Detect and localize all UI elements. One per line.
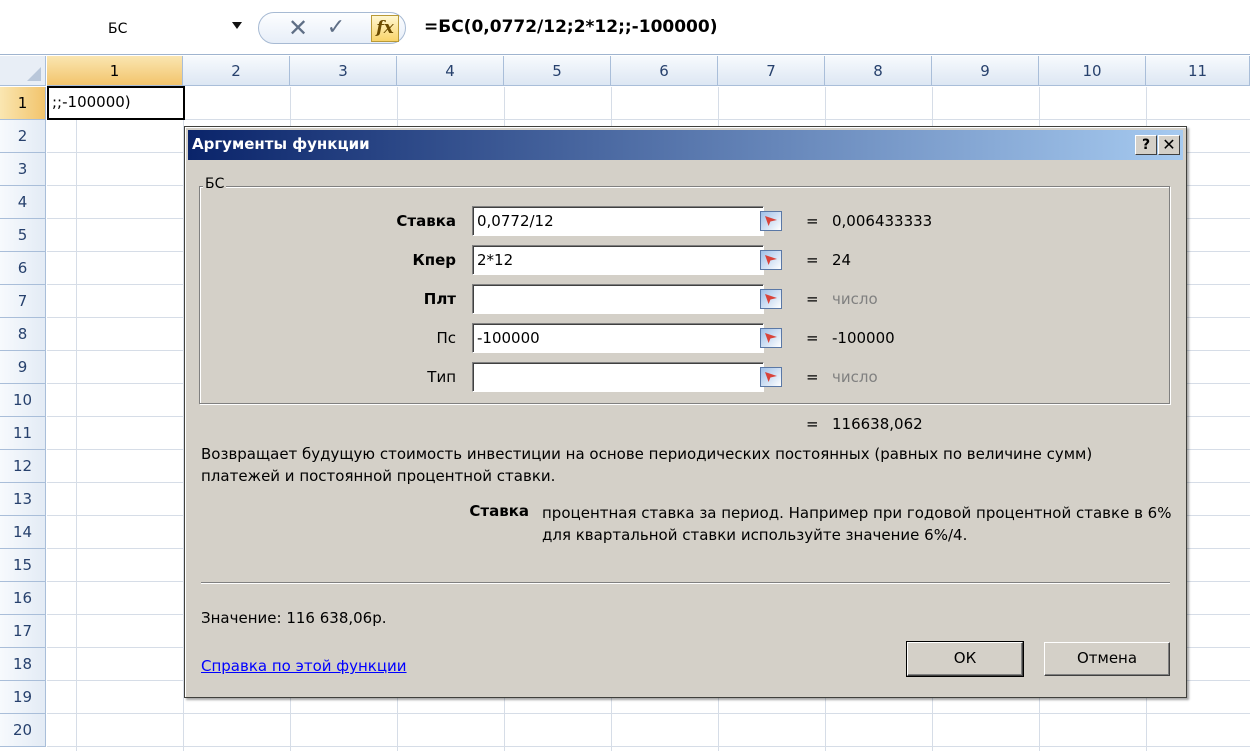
dialog-title: Аргументы функции: [192, 135, 370, 153]
row-header-4[interactable]: 4: [0, 186, 46, 219]
column-header-6[interactable]: 6: [611, 56, 718, 86]
column-header-9[interactable]: 9: [932, 56, 1039, 86]
column-header-7[interactable]: 7: [718, 56, 825, 86]
column-header-2[interactable]: 2: [183, 56, 290, 86]
name-box-dropdown-icon[interactable]: [232, 22, 242, 29]
function-arguments-dialog: Аргументы функции ? ✕ БС Ставка 0,0772/12…: [184, 126, 1187, 698]
insert-function-icon[interactable]: fx: [371, 15, 399, 42]
argument-input[interactable]: [472, 362, 764, 392]
row-header-16[interactable]: 16: [0, 582, 46, 615]
help-button[interactable]: ?: [1135, 135, 1157, 155]
argument-label: Кпер: [412, 251, 456, 269]
row-header-1[interactable]: 1: [0, 87, 46, 120]
argument-equals: =: [806, 329, 819, 347]
separator: [201, 582, 1170, 584]
column-header-1[interactable]: 1: [47, 56, 183, 86]
row-header-19[interactable]: 19: [0, 681, 46, 714]
argument-input[interactable]: 0,0772/12: [472, 206, 764, 236]
argument-help-text: процентная ставка за период. Например пр…: [542, 504, 1172, 544]
argument-result: 0,006433333: [832, 212, 933, 230]
formula-result: 116638,062: [832, 415, 923, 433]
formula-buttons: ✕ ✓ fx: [258, 12, 406, 44]
argument-input[interactable]: [472, 284, 764, 314]
close-button[interactable]: ✕: [1158, 135, 1180, 155]
collapse-dialog-icon[interactable]: [760, 250, 782, 270]
row-header-9[interactable]: 9: [0, 351, 46, 384]
column-header-5[interactable]: 5: [504, 56, 611, 86]
active-cell[interactable]: ;;-100000): [47, 86, 185, 120]
argument-row: Кпер 2*12 = 24: [185, 245, 1188, 275]
cancel-button[interactable]: Отмена: [1044, 642, 1170, 676]
value-line: Значение: 116 638,06р.: [201, 609, 387, 627]
function-description: Возвращает будущую стоимость инвестиции …: [201, 445, 1093, 485]
row-header-3[interactable]: 3: [0, 153, 46, 186]
column-header-3[interactable]: 3: [290, 56, 397, 86]
argument-result: -100000: [832, 329, 895, 347]
dialog-titlebar[interactable]: Аргументы функции ? ✕: [188, 130, 1183, 160]
result-equals: =: [806, 415, 819, 433]
argument-equals: =: [806, 290, 819, 308]
row-header-13[interactable]: 13: [0, 483, 46, 516]
formula-bar: БС ✕ ✓ fx =БС(0,0772/12;2*12;;-100000): [0, 0, 1250, 55]
name-box-text: БС: [108, 21, 128, 37]
column-header-8[interactable]: 8: [825, 56, 932, 86]
cancel-formula-icon[interactable]: ✕: [285, 16, 311, 40]
argument-equals: =: [806, 368, 819, 386]
argument-row: Пс -100000 = -100000: [185, 323, 1188, 353]
ok-button[interactable]: ОК: [906, 641, 1024, 677]
argument-equals: =: [806, 251, 819, 269]
row-header-10[interactable]: 10: [0, 384, 46, 417]
row-header-20[interactable]: 20: [0, 714, 46, 747]
argument-row: Ставка 0,0772/12 = 0,006433333: [185, 206, 1188, 236]
row-header-15[interactable]: 15: [0, 549, 46, 582]
row-header-2[interactable]: 2: [0, 120, 46, 153]
select-all-icon: [27, 67, 41, 81]
argument-label: Ставка: [396, 212, 456, 230]
function-name-label: БС: [203, 176, 227, 192]
argument-result: 24: [832, 251, 852, 269]
enter-formula-icon[interactable]: ✓: [323, 16, 349, 40]
argument-input[interactable]: 2*12: [472, 245, 764, 275]
row-header-6[interactable]: 6: [0, 252, 46, 285]
argument-label: Тип: [427, 368, 456, 386]
argument-help-name: Ставка: [469, 502, 529, 520]
value-text: 116 638,06р.: [286, 609, 387, 627]
argument-input[interactable]: -100000: [472, 323, 764, 353]
collapse-dialog-icon[interactable]: [760, 211, 782, 231]
row-header-18[interactable]: 18: [0, 648, 46, 681]
formula-input[interactable]: =БС(0,0772/12;2*12;;-100000): [424, 17, 717, 37]
row-header-14[interactable]: 14: [0, 516, 46, 549]
column-header-10[interactable]: 10: [1039, 56, 1146, 86]
argument-label: Плт: [423, 290, 456, 308]
argument-result: число: [832, 368, 878, 386]
argument-equals: =: [806, 212, 819, 230]
row-header-17[interactable]: 17: [0, 615, 46, 648]
column-header-11[interactable]: 11: [1146, 56, 1250, 86]
function-help-link[interactable]: Справка по этой функции: [201, 657, 407, 675]
collapse-dialog-icon[interactable]: [760, 328, 782, 348]
row-header-12[interactable]: 12: [0, 450, 46, 483]
argument-row: Плт = число: [185, 284, 1188, 314]
collapse-dialog-icon[interactable]: [760, 367, 782, 387]
select-all-corner[interactable]: [0, 56, 46, 86]
row-header-11[interactable]: 11: [0, 417, 46, 450]
argument-label: Пс: [436, 329, 456, 347]
argument-result: число: [832, 290, 878, 308]
value-label: Значение:: [201, 609, 282, 627]
argument-row: Тип = число: [185, 362, 1188, 392]
row-header-8[interactable]: 8: [0, 318, 46, 351]
collapse-dialog-icon[interactable]: [760, 289, 782, 309]
row-header-5[interactable]: 5: [0, 219, 46, 252]
name-box[interactable]: БС: [4, 14, 230, 44]
column-header-4[interactable]: 4: [397, 56, 504, 86]
row-header-7[interactable]: 7: [0, 285, 46, 318]
